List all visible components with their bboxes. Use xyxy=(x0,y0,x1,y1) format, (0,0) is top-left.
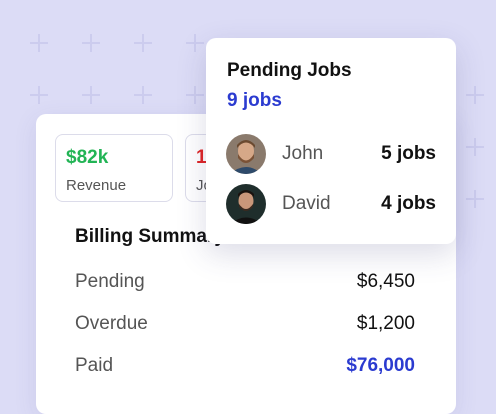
avatar xyxy=(226,184,266,224)
person-row-david[interactable]: David 4 jobs xyxy=(226,184,436,224)
billing-row-label: Paid xyxy=(75,355,114,376)
billing-summary-title: Billing Summary xyxy=(75,226,225,247)
revenue-label: Revenue xyxy=(66,177,127,194)
person-name: John xyxy=(282,143,324,164)
avatar xyxy=(226,134,266,174)
billing-row-label: Pending xyxy=(75,271,145,292)
person-jobs: 4 jobs xyxy=(381,193,436,214)
billing-row-overdue: Overdue $1,200 xyxy=(75,313,415,337)
billing-row-amount: $76,000 xyxy=(346,355,415,376)
pending-jobs-title: Pending Jobs xyxy=(227,60,352,81)
billing-row-label: Overdue xyxy=(75,313,148,334)
revenue-stat-card[interactable]: $82k Revenue xyxy=(55,134,173,202)
revenue-value: $82k xyxy=(66,147,109,168)
billing-row-amount: $6,450 xyxy=(356,271,415,292)
person-jobs: 5 jobs xyxy=(381,143,436,164)
person-name: David xyxy=(282,193,331,214)
billing-row-pending: Pending $6,450 xyxy=(75,271,415,295)
pending-jobs-popup: Pending Jobs 9 jobs John 5 jobs David 4 … xyxy=(206,38,456,244)
billing-row-amount: $1,200 xyxy=(356,313,415,334)
person-row-john[interactable]: John 5 jobs xyxy=(226,134,436,174)
billing-row-paid: Paid $76,000 xyxy=(75,355,415,379)
pending-jobs-count: 9 jobs xyxy=(227,90,282,111)
